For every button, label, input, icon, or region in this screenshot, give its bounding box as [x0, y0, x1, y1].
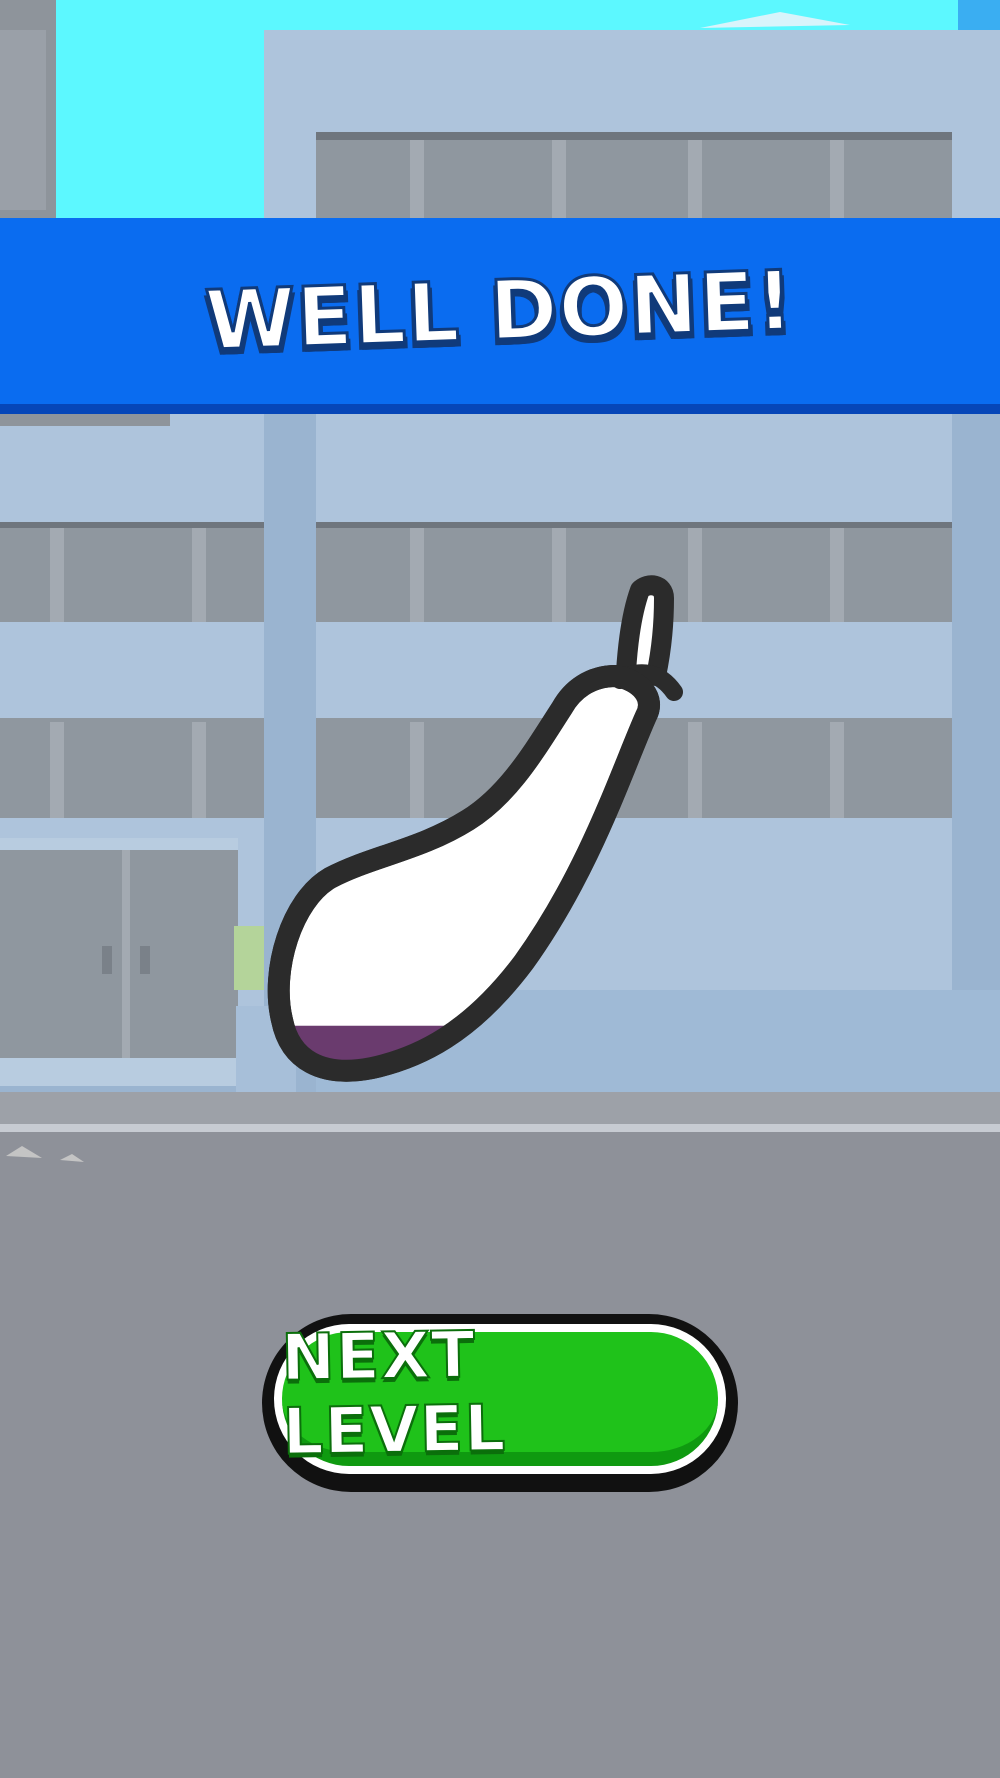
- result-title: WELL DONE!: [202, 252, 797, 371]
- next-level-button-face[interactable]: NEXT LEVEL: [280, 1317, 718, 1471]
- result-title-wrap: WELL DONE!: [0, 218, 1000, 404]
- shop-door: [0, 850, 238, 1060]
- next-level-label: NEXT LEVEL: [280, 1317, 508, 1470]
- result-banner: WELL DONE!: [0, 218, 1000, 414]
- distant-building: [958, 0, 1000, 30]
- next-level-button-outline: NEXT LEVEL: [262, 1314, 738, 1492]
- sidewalk: [0, 1092, 1000, 1126]
- next-level-button[interactable]: NEXT LEVEL: [274, 1317, 726, 1474]
- shop-awning: [0, 838, 238, 850]
- green-box: [234, 926, 264, 990]
